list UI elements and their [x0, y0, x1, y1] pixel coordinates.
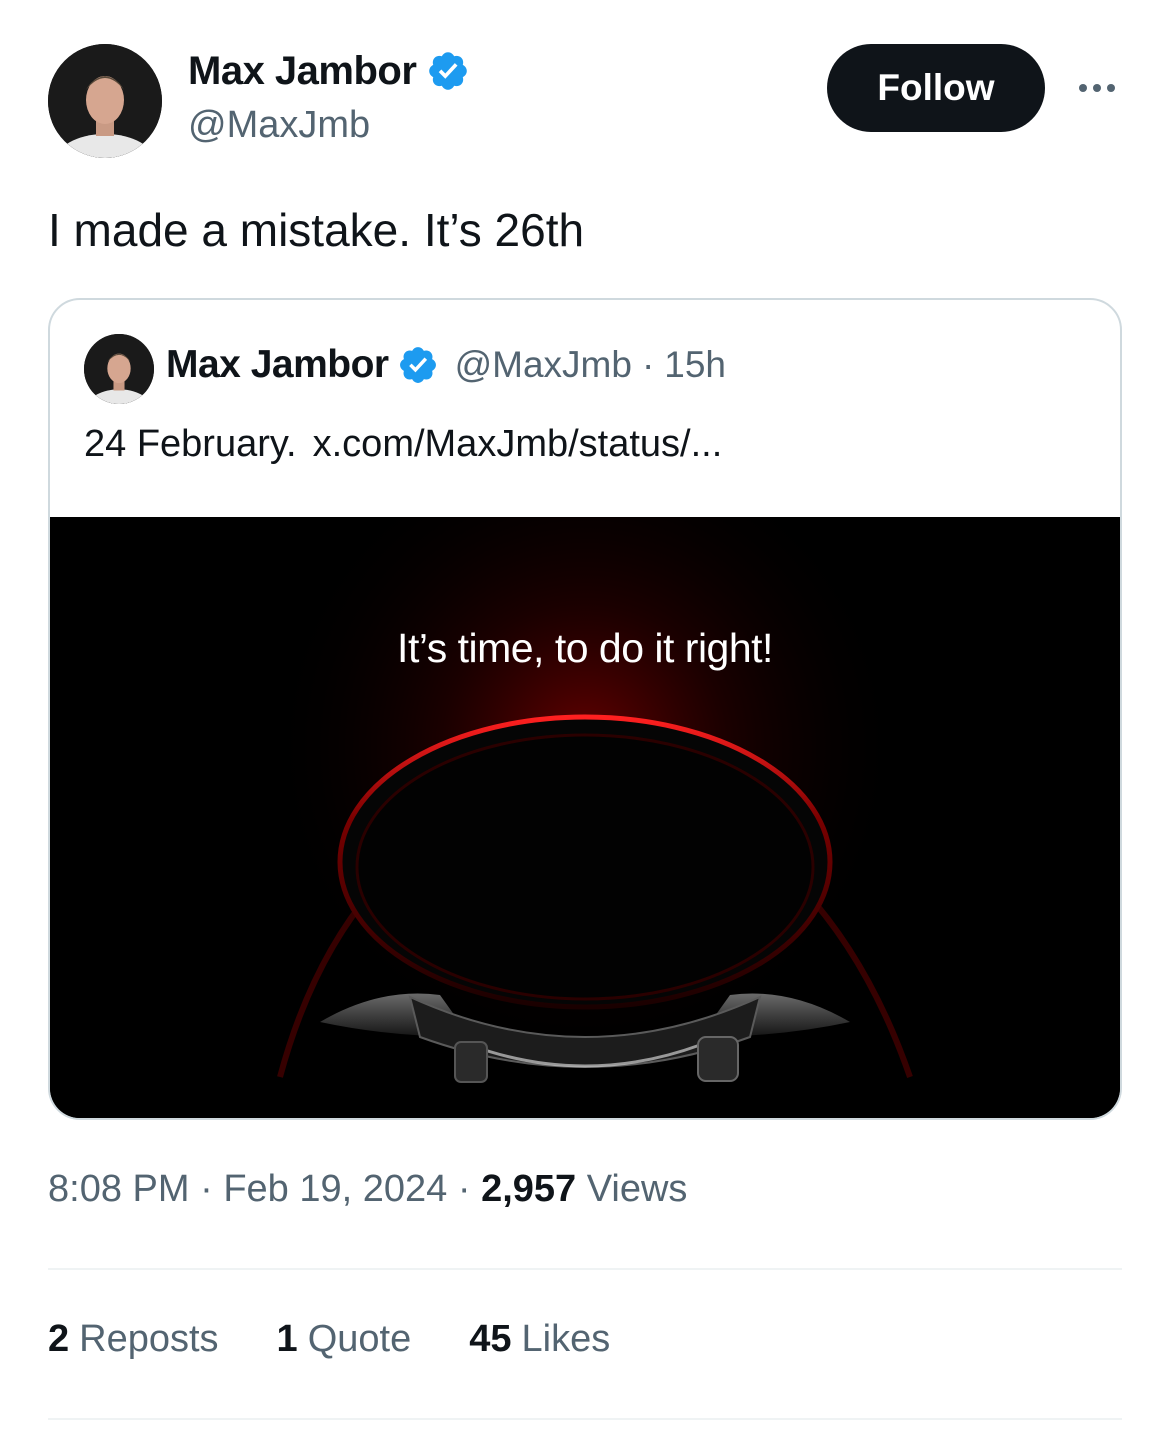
quoted-tweet-link[interactable]: x.com/MaxJmb/status/... [313, 423, 723, 465]
author-avatar[interactable] [48, 44, 162, 158]
media-promo-text: It’s time, to do it right! [397, 625, 773, 671]
tweet-date[interactable]: Feb 19, 2024 [223, 1168, 447, 1210]
quoted-tweet-text-row: 24 February. x.com/MaxJmb/status/... [84, 420, 722, 468]
quoted-tweet-time: 15h [664, 344, 727, 385]
separator-dot: · [641, 344, 655, 385]
quoted-author-name: Max Jambor [166, 343, 389, 386]
verified-badge-icon [397, 344, 439, 386]
author-name[interactable]: Max Jambor [188, 49, 417, 94]
quoted-tweet-card[interactable]: Max Jambor @MaxJmb · 15h 24 February. x.c… [48, 298, 1122, 1120]
views-label: Views [586, 1168, 688, 1210]
views-count: 2,957 [481, 1168, 577, 1210]
quoted-tweet-header: Max Jambor @MaxJmb · 15h [166, 340, 726, 390]
author-handle[interactable]: @MaxJmb [188, 104, 370, 147]
separator-dot: · [457, 1168, 471, 1210]
quotes-label: Quote [307, 1318, 412, 1360]
author-name-row: Max Jambor [188, 46, 470, 96]
separator-dot: · [200, 1168, 213, 1210]
quoted-author-handle: @MaxJmb [454, 344, 632, 385]
quoted-tweet-media[interactable]: It’s time, to do it right! [50, 517, 1120, 1118]
divider [48, 1268, 1122, 1270]
likes-label: Likes [521, 1318, 611, 1360]
likes-count: 45 [469, 1318, 512, 1360]
more-options-icon[interactable] [1072, 70, 1122, 106]
smartwatch-teaser-image [50, 517, 1120, 1118]
tweet-metadata: 8:08 PM · Feb 19, 2024 · 2,957 Views [48, 1168, 687, 1211]
likes-stat[interactable]: 45 Likes [469, 1318, 610, 1361]
reposts-count: 2 [48, 1318, 70, 1360]
quoted-tweet-text: 24 February. [84, 423, 297, 465]
divider [48, 1418, 1122, 1420]
reposts-stat[interactable]: 2 Reposts [48, 1318, 219, 1361]
reposts-label: Reposts [79, 1318, 219, 1360]
verified-badge-icon [426, 49, 470, 93]
quotes-stat[interactable]: 1 Quote [277, 1318, 412, 1361]
follow-button[interactable]: Follow [827, 44, 1045, 132]
quoted-author-avatar[interactable] [84, 334, 154, 404]
tweet-time[interactable]: 8:08 PM [48, 1168, 190, 1210]
quotes-count: 1 [276, 1318, 298, 1360]
engagement-stats: 2 Reposts 1 Quote 45 Likes [48, 1318, 610, 1361]
tweet-text: I made a mistake. It’s 26th [48, 204, 585, 256]
